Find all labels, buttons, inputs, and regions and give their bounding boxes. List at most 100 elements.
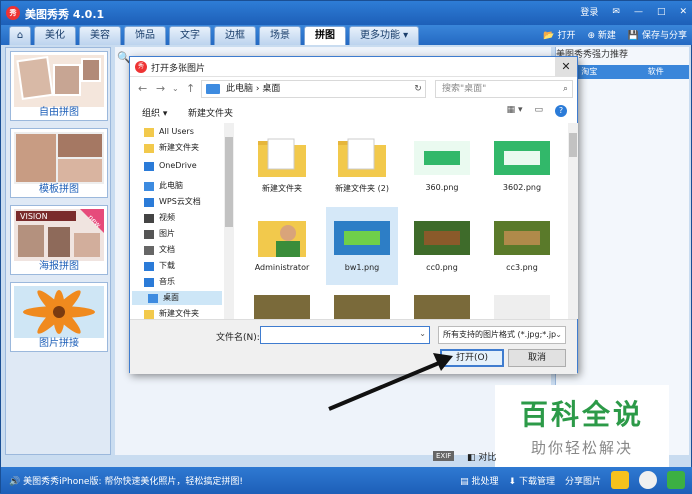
- sidebar-item-label: 海报拼图: [39, 261, 79, 272]
- music-icon: [144, 277, 154, 287]
- nav-item[interactable]: 视频: [144, 211, 175, 225]
- file-item-partial[interactable]: [414, 295, 470, 319]
- nav-item[interactable]: 音乐: [144, 275, 175, 289]
- nav-item-label: WPS云文档: [159, 197, 201, 206]
- new-folder-button[interactable]: 新建文件夹: [188, 106, 233, 119]
- organize-button[interactable]: 组织 ▾: [142, 106, 167, 119]
- nav-item[interactable]: WPS云文档: [144, 195, 201, 209]
- nav-scrollbar-thumb[interactable]: [225, 137, 233, 227]
- cancel-button[interactable]: 取消: [508, 349, 566, 367]
- recent-dropdown-icon[interactable]: ⌄: [172, 84, 179, 93]
- nav-item[interactable]: 下载: [144, 259, 175, 273]
- file-scrollbar-thumb[interactable]: [569, 133, 577, 157]
- save-share-button[interactable]: 💾 保存与分享: [628, 28, 687, 41]
- tab-3[interactable]: 文字: [169, 26, 211, 45]
- sidebar-item-poster-collage[interactable]: VISION new 海报拼图: [10, 205, 108, 275]
- file-label: cc0.png: [426, 263, 458, 272]
- refresh-icon[interactable]: ↻: [410, 80, 426, 98]
- watermark-subtitle: 助你轻松解决: [530, 439, 633, 457]
- path-segment[interactable]: 桌面: [262, 84, 280, 94]
- watermark: 百科全说 助你轻松解决: [495, 385, 669, 467]
- file-item-partial[interactable]: [334, 295, 390, 319]
- tab-0[interactable]: 美化: [34, 26, 76, 45]
- preview-pane-icon[interactable]: ▭: [534, 105, 543, 117]
- add-icon[interactable]: [667, 471, 685, 489]
- file-item[interactable]: Administrator: [246, 207, 318, 285]
- tab-5[interactable]: 场景: [259, 26, 301, 45]
- file-item[interactable]: 新建文件夹 (2): [326, 127, 398, 205]
- batch-button[interactable]: ▤ 批处理: [460, 474, 498, 487]
- nav-item[interactable]: 桌面: [132, 291, 222, 305]
- download-manager-button[interactable]: ⬇ 下载管理: [509, 474, 555, 487]
- message-icon[interactable]: ✉: [612, 7, 620, 17]
- compare-toggle[interactable]: ◧ 对比: [467, 450, 496, 463]
- search-input[interactable]: 搜索"桌面" ⌕: [435, 80, 573, 98]
- nav-item[interactable]: 文档: [144, 243, 175, 257]
- file-item[interactable]: bw1.png: [326, 207, 398, 285]
- file-item-partial[interactable]: [254, 295, 310, 319]
- nav-scrollbar[interactable]: [224, 123, 234, 319]
- file-item[interactable]: 新建文件夹: [246, 127, 318, 205]
- open-file-button[interactable]: 打开(O): [440, 349, 504, 367]
- close-button[interactable]: ✕: [679, 7, 687, 17]
- back-icon[interactable]: ←: [138, 82, 147, 95]
- share-button[interactable]: 分享图片: [565, 474, 601, 487]
- filename-dropdown-icon[interactable]: ⌄: [419, 329, 426, 338]
- nav-item[interactable]: 图片: [144, 227, 175, 241]
- nav-item-label: 文档: [159, 245, 175, 254]
- minimize-button[interactable]: —: [634, 7, 643, 17]
- star-icon[interactable]: [611, 471, 629, 489]
- watermark-title: 百科全说: [519, 398, 644, 431]
- tab-7[interactable]: 更多功能 ▾: [349, 26, 420, 45]
- home-tab[interactable]: ⌂: [9, 26, 31, 45]
- file-scrollbar[interactable]: [568, 123, 578, 319]
- help-icon[interactable]: ?: [555, 105, 567, 117]
- open-label: 打开: [557, 31, 576, 41]
- folder-icon: [254, 135, 310, 179]
- nav-item[interactable]: 新建文件夹: [144, 141, 199, 155]
- nav-item[interactable]: OneDrive: [144, 159, 197, 173]
- tab-6[interactable]: 拼图: [304, 26, 346, 45]
- image-join-thumbnail: [14, 286, 104, 338]
- path-box[interactable]: 此电脑 › 桌面: [201, 80, 426, 98]
- view-mode-icon[interactable]: ▦ ▾: [507, 105, 523, 117]
- forward-icon[interactable]: →: [156, 82, 165, 95]
- up-icon[interactable]: ↑: [186, 82, 195, 95]
- sidebar-item-free-collage[interactable]: 自由拼图: [10, 51, 108, 121]
- nav-item[interactable]: All Users: [144, 125, 194, 139]
- filename-label: 文件名(N):: [216, 333, 260, 343]
- folder-icon: [144, 309, 154, 319]
- login-link[interactable]: 登录: [580, 5, 598, 18]
- tab-software[interactable]: 软件: [648, 65, 664, 79]
- sidebar-item-template-collage[interactable]: 模板拼图: [10, 128, 108, 198]
- file-item[interactable]: cc0.png: [406, 207, 478, 285]
- sidebar-item-image-join[interactable]: 图片拼接: [10, 282, 108, 352]
- tab-1[interactable]: 美容: [79, 26, 121, 45]
- path-segment[interactable]: 此电脑: [226, 84, 253, 94]
- tab-4[interactable]: 边框: [214, 26, 256, 45]
- document-icon: [144, 245, 154, 255]
- file-label: 3602.png: [502, 183, 542, 192]
- weibo-icon[interactable]: [639, 471, 657, 489]
- open-button[interactable]: 📂 打开: [543, 28, 575, 41]
- new-button[interactable]: ⊕ 新建: [587, 28, 615, 41]
- download-icon: [144, 261, 154, 271]
- nav-item-label: 视频: [159, 213, 175, 222]
- tab-2[interactable]: 饰品: [124, 26, 166, 45]
- puzzle-sidebar: 自由拼图 模板拼图 VISION new 海报拼图 图片拼接: [5, 47, 111, 455]
- restore-button[interactable]: □: [657, 7, 666, 17]
- tab-taobao[interactable]: 淘宝: [581, 65, 597, 79]
- file-label: 新建文件夹: [262, 184, 302, 193]
- file-item-partial[interactable]: [494, 295, 550, 319]
- file-item[interactable]: cc3.png: [486, 207, 558, 285]
- filetype-select[interactable]: 所有支持的图片格式 (*.jpg;*.jp ⌄: [438, 326, 566, 344]
- dialog-close-button[interactable]: ✕: [555, 57, 577, 77]
- file-item[interactable]: 3602.png: [486, 127, 558, 205]
- template-collage-thumbnail: [14, 132, 104, 184]
- file-item[interactable]: 360.png: [406, 127, 478, 205]
- exif-badge[interactable]: EXIF: [433, 451, 455, 461]
- cloud-icon: [144, 197, 154, 207]
- nav-item[interactable]: 此电脑: [144, 179, 183, 193]
- status-message-text: 美图秀秀iPhone版: 帮你快速美化照片，轻松搞定拼图!: [23, 477, 243, 487]
- filename-input[interactable]: ⌄: [260, 326, 430, 344]
